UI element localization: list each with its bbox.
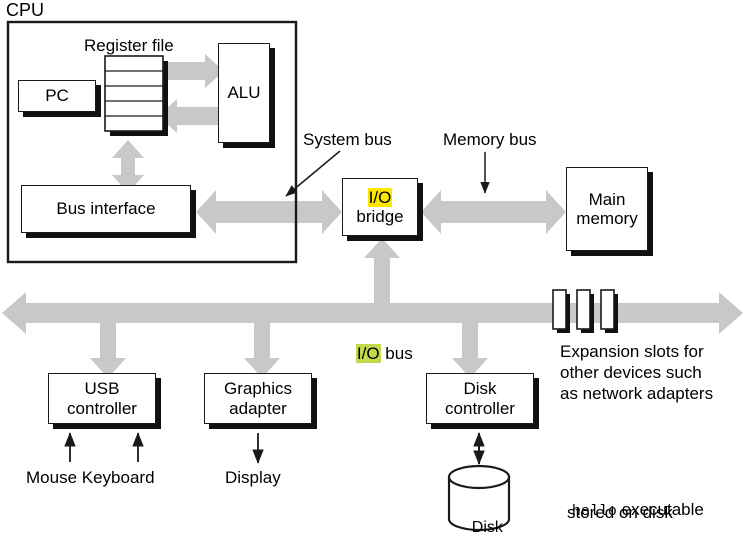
peripheral-layer bbox=[64, 432, 511, 532]
diagram-canvas: CPU PC Register file ALU Bus interface S… bbox=[0, 0, 745, 541]
disk-label: Disk bbox=[454, 501, 503, 555]
disk-label-text: Disk bbox=[471, 518, 503, 536]
